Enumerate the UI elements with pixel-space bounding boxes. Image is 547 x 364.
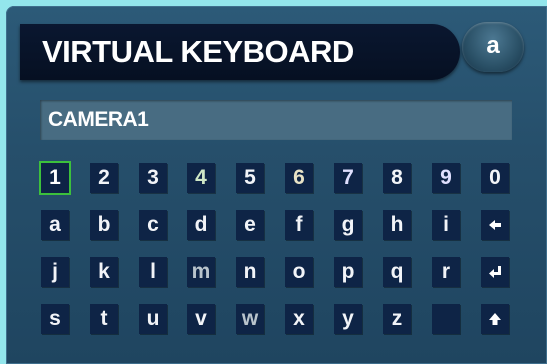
key-blank[interactable] xyxy=(432,304,460,334)
key-l[interactable]: l xyxy=(139,257,167,287)
key-enter[interactable] xyxy=(481,257,509,287)
key-p[interactable]: p xyxy=(334,257,362,287)
key-i[interactable]: i xyxy=(432,210,460,240)
key-3[interactable]: 3 xyxy=(139,163,167,193)
key-g[interactable]: g xyxy=(334,210,362,240)
key-8[interactable]: 8 xyxy=(383,163,411,193)
return-arrow-icon xyxy=(481,265,509,279)
key-5[interactable]: 5 xyxy=(236,163,264,193)
key-k[interactable]: k xyxy=(90,257,118,287)
key-w[interactable]: w xyxy=(236,304,264,334)
title-bar: VIRTUAL KEYBOARD xyxy=(20,24,460,80)
key-9[interactable]: 9 xyxy=(432,163,460,193)
key-m[interactable]: m xyxy=(187,257,215,287)
panel-title: VIRTUAL KEYBOARD xyxy=(42,34,354,69)
key-t[interactable]: t xyxy=(90,304,118,334)
key-u[interactable]: u xyxy=(139,304,167,334)
key-a[interactable]: a xyxy=(41,210,69,240)
key-f[interactable]: f xyxy=(285,210,313,240)
key-q[interactable]: q xyxy=(383,257,411,287)
key-y[interactable]: y xyxy=(334,304,362,334)
key-x[interactable]: x xyxy=(285,304,313,334)
key-v[interactable]: v xyxy=(187,304,215,334)
key-j[interactable]: j xyxy=(41,257,69,287)
key-e[interactable]: e xyxy=(236,210,264,240)
up-arrow-icon xyxy=(481,312,509,326)
key-6[interactable]: 6 xyxy=(285,163,313,193)
left-arrow-icon xyxy=(481,218,509,232)
key-z[interactable]: z xyxy=(383,304,411,334)
key-d[interactable]: d xyxy=(187,210,215,240)
key-r[interactable]: r xyxy=(432,257,460,287)
key-1[interactable]: 1 xyxy=(41,163,69,193)
key-s[interactable]: s xyxy=(41,304,69,334)
key-7[interactable]: 7 xyxy=(334,163,362,193)
key-h[interactable]: h xyxy=(383,210,411,240)
case-toggle-button[interactable]: a xyxy=(462,22,524,72)
key-o[interactable]: o xyxy=(285,257,313,287)
key-2[interactable]: 2 xyxy=(90,163,118,193)
text-input-field[interactable]: CAMERA1 xyxy=(40,100,512,140)
key-backspace[interactable] xyxy=(481,210,509,240)
key-b[interactable]: b xyxy=(90,210,118,240)
key-c[interactable]: c xyxy=(139,210,167,240)
key-0[interactable]: 0 xyxy=(481,163,509,193)
key-n[interactable]: n xyxy=(236,257,264,287)
key-shift[interactable] xyxy=(481,304,509,334)
key-4[interactable]: 4 xyxy=(187,163,215,193)
